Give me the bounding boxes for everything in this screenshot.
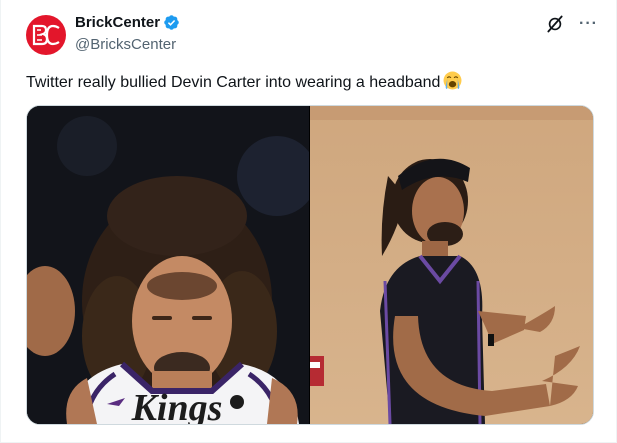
jersey-text: Kings bbox=[131, 387, 223, 424]
player-photo-right bbox=[310, 106, 593, 424]
photo-devin-carter-headband[interactable] bbox=[310, 106, 593, 424]
author-handle[interactable]: @BricksCenter bbox=[75, 36, 176, 53]
tweet-text: Twitter really bullied Devin Carter into… bbox=[26, 74, 441, 91]
author-display-name[interactable]: BrickCenter bbox=[75, 14, 160, 31]
grok-icon[interactable] bbox=[545, 14, 565, 34]
tweet-card[interactable]: BrickCenter @BricksCenter ··· Twitter re… bbox=[0, 0, 617, 443]
tweet-text-block: Twitter really bullied Devin Carter into… bbox=[26, 71, 462, 94]
brickcenter-logo-icon bbox=[32, 24, 60, 46]
loudly-crying-face-emoji-icon bbox=[443, 71, 462, 90]
photo-devin-carter-no-headband[interactable]: Kings bbox=[27, 106, 309, 424]
player-photo-left: Kings bbox=[27, 106, 309, 424]
verified-badge-icon bbox=[164, 15, 179, 30]
media-grid[interactable]: Kings bbox=[26, 105, 594, 425]
avatar[interactable] bbox=[26, 15, 66, 55]
more-options-icon[interactable]: ··· bbox=[579, 14, 598, 34]
